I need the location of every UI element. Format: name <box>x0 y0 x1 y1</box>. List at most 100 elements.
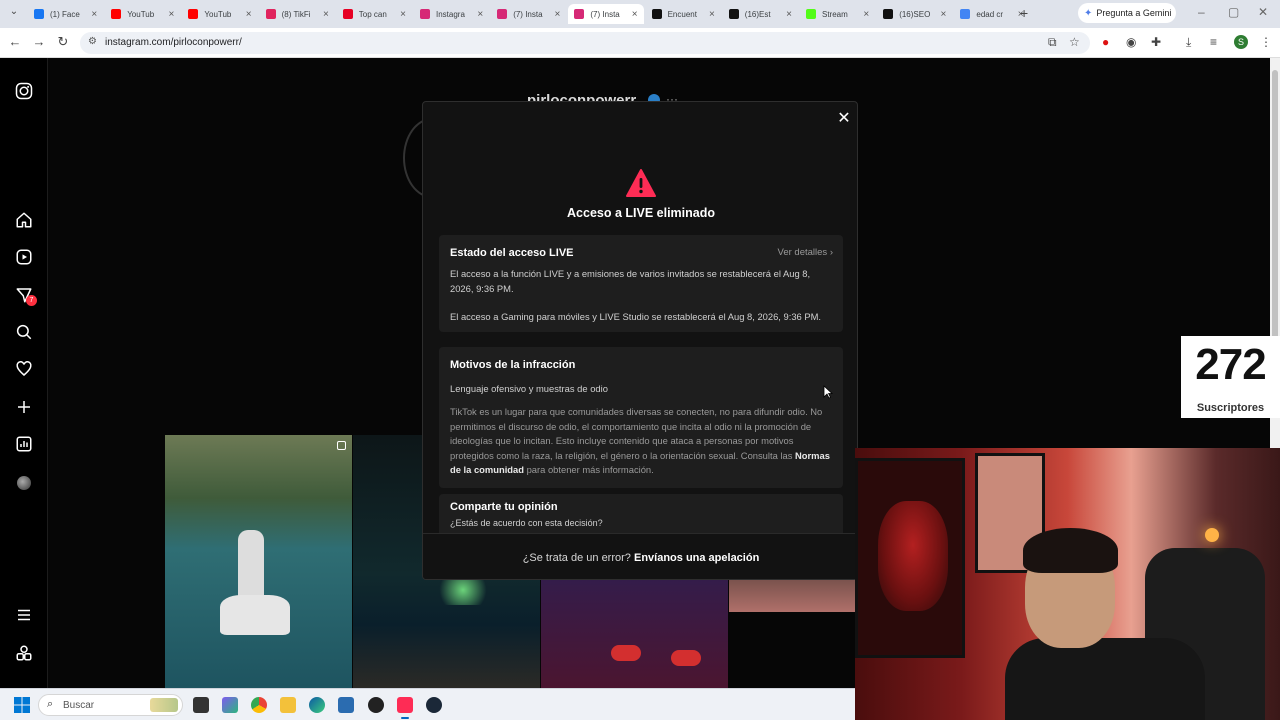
view-details-label: Ver detalles <box>777 247 828 258</box>
tab-title: (8) TikFi <box>281 9 311 19</box>
home-icon[interactable] <box>14 211 34 231</box>
forward-arrow-icon[interactable]: → <box>30 34 48 49</box>
browser-tab[interactable]: YouTub × <box>182 4 257 24</box>
tab-favicon-icon <box>342 9 353 19</box>
tiktok-live-studio-icon[interactable] <box>397 697 413 719</box>
search-icon[interactable] <box>14 323 34 343</box>
new-tab-button[interactable]: + <box>1020 5 1028 21</box>
browser-tab[interactable]: (8) TikFi × <box>260 4 335 24</box>
tab-favicon-icon <box>960 9 971 19</box>
install-app-icon[interactable]: ⧉ <box>1048 35 1057 50</box>
search-icon: ⌕ <box>47 698 54 710</box>
tab-close-icon[interactable]: × <box>786 9 792 20</box>
taskbar-search-box[interactable]: ⌕ Buscar <box>38 694 183 716</box>
profile-avatar[interactable] <box>17 476 31 490</box>
tab-close-icon[interactable]: × <box>169 9 175 20</box>
tab-search-chevron-icon[interactable]: ⌄ <box>6 6 22 22</box>
tab-title: (7) Insta <box>513 9 543 19</box>
reload-icon[interactable]: ↻ <box>54 34 72 50</box>
opera-extension-icon[interactable]: ● <box>1102 35 1109 49</box>
task-view-icon[interactable] <box>193 697 209 713</box>
browser-profile-avatar[interactable]: S <box>1234 35 1248 49</box>
instagram-logo-icon[interactable] <box>14 82 34 102</box>
tab-title: YouTub <box>127 9 155 19</box>
back-arrow-icon[interactable]: ← <box>6 34 24 49</box>
extensions-puzzle-icon[interactable]: ✚ <box>1151 35 1161 49</box>
tab-close-icon[interactable]: × <box>400 9 406 20</box>
tab-close-icon[interactable]: × <box>941 9 947 20</box>
dashboard-icon[interactable] <box>14 435 34 455</box>
live-access-removed-dialog: ✕ Acceso a LIVE eliminado Estado del acc… <box>422 101 858 580</box>
tab-close-icon[interactable]: × <box>323 9 329 20</box>
download-icon[interactable]: ⤓ <box>1186 35 1191 50</box>
violation-reasons-card: Motivos de la infracción Lenguaje ofensi… <box>439 347 843 488</box>
tab-close-icon[interactable]: × <box>632 9 638 20</box>
browser-tab[interactable]: Instagra × <box>414 4 489 24</box>
browser-tab[interactable]: Stream × <box>800 4 875 24</box>
browser-tab[interactable]: YouTub × <box>105 4 180 24</box>
live-status-heading: Estado del acceso LIVE <box>450 247 574 259</box>
tab-close-icon[interactable]: × <box>709 9 715 20</box>
maximize-window-icon[interactable]: ▢ <box>1228 5 1239 19</box>
view-details-link[interactable]: Ver detalles › <box>778 247 833 258</box>
browser-tab[interactable]: (7) Insta × <box>568 4 644 24</box>
warning-triangle-icon <box>626 169 656 197</box>
tab-close-icon[interactable]: × <box>863 9 869 20</box>
create-plus-icon[interactable] <box>14 398 34 418</box>
taskbar-search-placeholder: Buscar <box>63 700 95 711</box>
browser-tab[interactable]: (16)Est × <box>723 4 798 24</box>
file-explorer-icon[interactable] <box>280 697 296 713</box>
tab-favicon-icon <box>806 9 816 19</box>
tab-favicon-icon <box>188 9 199 19</box>
browser-tab[interactable]: edad cr × <box>954 4 1029 24</box>
violation-body: TikTok es un lugar para que comunidades … <box>450 406 823 461</box>
tab-title: (1) Face <box>50 9 80 19</box>
store-icon[interactable] <box>338 697 354 713</box>
tab-close-icon[interactable]: × <box>477 9 483 20</box>
minimize-window-icon[interactable]: – <box>1198 5 1205 19</box>
steam-icon[interactable] <box>426 697 442 713</box>
tab-close-icon[interactable]: × <box>91 9 97 20</box>
appeal-link[interactable]: Envíanos una apelación <box>634 552 759 564</box>
bookmark-star-icon[interactable]: ☆ <box>1069 35 1080 49</box>
browser-tab[interactable]: (16)SEO × <box>877 4 952 24</box>
tab-title: (7) Insta <box>590 9 620 19</box>
chrome-icon[interactable] <box>251 697 267 713</box>
media-control-icon[interactable]: ≡ <box>1210 35 1217 49</box>
also-from-meta-icon[interactable] <box>14 644 34 664</box>
site-info-icon[interactable]: ⚙ <box>88 36 97 47</box>
obs-icon[interactable] <box>368 697 384 713</box>
url-text[interactable]: instagram.com/pirloconpowerr/ <box>105 37 242 48</box>
windows-start-icon[interactable] <box>14 697 30 713</box>
browser-menu-icon[interactable]: ⋮ <box>1260 35 1272 49</box>
tab-favicon-icon <box>34 9 44 19</box>
close-icon[interactable]: ✕ <box>836 108 852 128</box>
browser-tab[interactable]: (7) Insta × <box>491 4 566 24</box>
edge-icon[interactable] <box>309 697 325 713</box>
browser-tab[interactable]: (1) Face × <box>28 4 103 24</box>
violation-heading: Motivos de la infracción <box>450 359 576 371</box>
reels-icon[interactable] <box>14 248 34 268</box>
tab-title: Top can <box>358 9 387 19</box>
browser-tab[interactable]: Encuent × <box>646 4 721 24</box>
extension-icon[interactable]: ◉ <box>1126 35 1136 49</box>
ask-gemini-button[interactable]: ✦ Pregunta a Gemini <box>1078 3 1176 23</box>
post-thumbnail[interactable] <box>165 435 352 688</box>
tab-close-icon[interactable]: × <box>555 9 561 20</box>
wall-poster <box>855 458 965 658</box>
close-window-icon[interactable]: ✕ <box>1258 5 1268 19</box>
search-highlight-icon <box>150 698 178 712</box>
address-bar[interactable]: ⚙ instagram.com/pirloconpowerr/ <box>80 32 1090 54</box>
lamp-light <box>1205 528 1219 542</box>
tab-favicon-icon <box>728 9 739 19</box>
tab-close-icon[interactable]: × <box>246 9 252 20</box>
copilot-icon[interactable] <box>222 697 238 713</box>
more-menu-icon[interactable] <box>14 606 34 626</box>
live-restore-text: El acceso a la función LIVE y a emisione… <box>450 268 811 294</box>
tab-favicon-icon <box>883 9 894 19</box>
instagram-sidebar: 7 <box>0 58 48 688</box>
notifications-heart-icon[interactable] <box>14 360 34 380</box>
webcam-overlay <box>855 448 1280 720</box>
tab-title: Stream <box>822 9 848 19</box>
browser-tab[interactable]: Top can × <box>337 4 412 24</box>
